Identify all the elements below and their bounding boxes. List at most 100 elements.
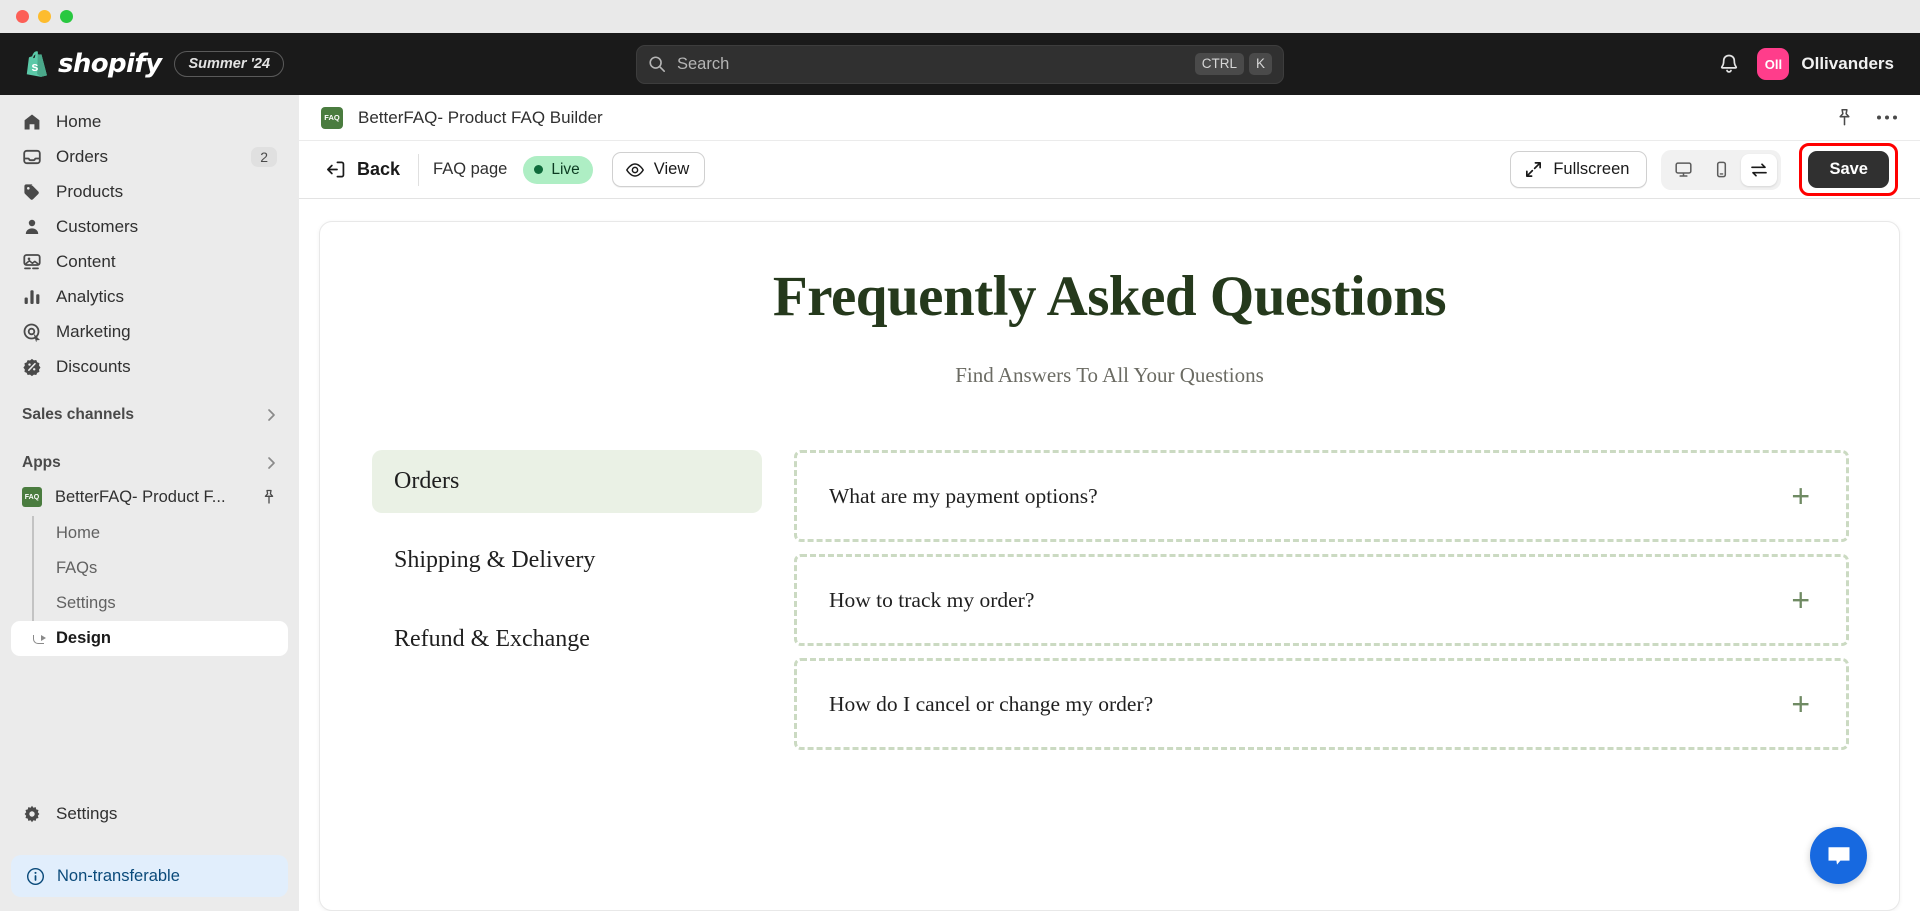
- fullscreen-icon: [1526, 161, 1542, 178]
- sidebar-app-betterfaq[interactable]: FAQ BetterFAQ- Product F...: [11, 480, 288, 514]
- window-minimize-button[interactable]: [38, 10, 51, 23]
- swap-preview-button[interactable]: [1741, 153, 1778, 186]
- swap-icon: [1751, 162, 1768, 177]
- user-name: Ollivanders: [1801, 54, 1894, 73]
- plus-icon[interactable]: +: [1791, 688, 1810, 720]
- sidebar-section-sales-channels[interactable]: Sales channels: [11, 398, 288, 432]
- search-icon: [649, 56, 666, 73]
- sidebar-item-analytics[interactable]: Analytics: [11, 279, 288, 314]
- sidebar-item-app-design[interactable]: Design: [11, 621, 288, 656]
- topbar-right: Oll Ollivanders: [1718, 48, 1920, 80]
- bell-icon[interactable]: [1718, 53, 1740, 76]
- sidebar-subitem-label: FAQs: [56, 559, 98, 577]
- sidebar-item-label: Analytics: [56, 286, 125, 306]
- sidebar-item-label: Home: [56, 111, 102, 131]
- desktop-preview-button[interactable]: [1665, 154, 1701, 186]
- shopify-logo[interactable]: s shopify: [22, 49, 162, 79]
- sidebar-item-customers[interactable]: Customers: [11, 209, 288, 244]
- sidebar-item-discounts[interactable]: Discounts: [11, 349, 288, 384]
- sidebar-item-label: Orders: [56, 146, 108, 166]
- search-shortcut-key: K: [1248, 53, 1272, 75]
- sidebar-item-settings[interactable]: Settings: [11, 796, 288, 831]
- analytics-icon: [24, 289, 40, 304]
- sidebar-item-app-faqs[interactable]: FAQs: [35, 551, 288, 586]
- toolbar-divider: [418, 153, 420, 186]
- customers-icon: [25, 219, 39, 234]
- sidebar-item-orders[interactable]: Orders 2: [11, 139, 288, 174]
- more-horizontal-icon[interactable]: [1876, 114, 1898, 121]
- desktop-icon: [1675, 162, 1692, 177]
- faq-subheading: Find Answers To All Your Questions: [955, 363, 1264, 387]
- sidebar-section-label: Apps: [22, 454, 61, 471]
- svg-text:s: s: [31, 60, 38, 74]
- faq-item[interactable]: How do I cancel or change my order? +: [794, 658, 1849, 750]
- orders-icon: [23, 149, 41, 164]
- sidebar-item-label: Settings: [56, 803, 118, 823]
- chat-widget-button[interactable]: [1810, 827, 1867, 884]
- fullscreen-button[interactable]: Fullscreen: [1510, 151, 1648, 188]
- sidebar-item-home[interactable]: Home: [11, 104, 288, 139]
- avatar: Oll: [1757, 48, 1790, 80]
- shopify-wordmark: shopify: [58, 49, 162, 79]
- eye-icon: [625, 162, 644, 177]
- sidebar-item-marketing[interactable]: Marketing: [11, 314, 288, 349]
- pin-icon[interactable]: [1835, 108, 1854, 127]
- status-badge-label: Live: [551, 160, 580, 178]
- pin-icon[interactable]: [261, 489, 277, 505]
- home-icon: [24, 114, 40, 129]
- back-arrow-icon: [327, 161, 345, 178]
- content-icon: [23, 253, 41, 269]
- sidebar-item-content[interactable]: Content: [11, 244, 288, 279]
- season-badge[interactable]: Summer '24: [174, 51, 285, 77]
- non-transferable-label: Non-transferable: [57, 866, 180, 885]
- sidebar-section-apps[interactable]: Apps: [11, 446, 288, 480]
- save-button[interactable]: Save: [1808, 151, 1889, 188]
- back-button[interactable]: Back: [317, 153, 414, 186]
- status-dot-icon: [534, 165, 544, 174]
- faq-category-refund-exchange[interactable]: Refund & Exchange: [372, 608, 762, 671]
- sidebar-item-app-home[interactable]: Home: [35, 516, 288, 551]
- chevron-right-icon: [268, 457, 275, 469]
- main-pane: FAQ BetterFAQ- Product FAQ Builder Back …: [299, 95, 1920, 911]
- view-button[interactable]: View: [611, 152, 706, 187]
- chat-bubble-icon: [1828, 846, 1849, 865]
- sidebar-item-app-settings[interactable]: Settings: [35, 586, 288, 621]
- sidebar-item-products[interactable]: Products: [11, 174, 288, 209]
- sidebar-item-label: Customers: [56, 216, 139, 236]
- search-input[interactable]: [677, 54, 1190, 74]
- faq-category-orders[interactable]: Orders: [372, 450, 762, 513]
- mobile-icon: [1716, 161, 1727, 178]
- faq-item[interactable]: What are my payment options? +: [794, 450, 1849, 542]
- save-button-highlight: Save: [1799, 143, 1898, 196]
- view-button-label: View: [653, 160, 690, 178]
- sidebar-bottom: Settings Non-transferable: [11, 796, 288, 911]
- plus-icon[interactable]: +: [1791, 480, 1810, 512]
- window-close-button[interactable]: [16, 10, 29, 23]
- sidebar-item-label: Products: [56, 181, 124, 201]
- global-search[interactable]: CTRL K: [636, 44, 1284, 84]
- mobile-preview-button[interactable]: [1703, 154, 1739, 186]
- page-body: Home Orders 2 Products Customers Content…: [0, 95, 1920, 911]
- faq-heading: Frequently Asked Questions: [772, 265, 1447, 328]
- sidebar-subitem-label: Home: [56, 524, 101, 542]
- sidebar-section-label: Sales channels: [22, 406, 135, 423]
- app-favicon-icon: FAQ: [22, 487, 42, 507]
- non-transferable-badge[interactable]: Non-transferable: [11, 855, 288, 897]
- sidebar-app-label: BetterFAQ- Product F...: [55, 487, 226, 506]
- orders-count-badge: 2: [251, 146, 277, 167]
- app-favicon-icon: FAQ: [321, 106, 343, 129]
- info-icon: [26, 867, 45, 885]
- sidebar-item-label: Content: [56, 251, 116, 271]
- sidebar-subitem-label: Design: [56, 629, 112, 647]
- faq-item[interactable]: How to track my order? +: [794, 554, 1849, 646]
- products-icon: [24, 183, 39, 200]
- user-menu[interactable]: Oll Ollivanders: [1757, 48, 1894, 80]
- global-topbar: s shopify Summer '24 CTRL K Oll Ollivand…: [0, 33, 1920, 95]
- window-maximize-button[interactable]: [60, 10, 73, 23]
- page-title: BetterFAQ- Product FAQ Builder: [358, 107, 603, 127]
- back-button-label: Back: [357, 159, 401, 179]
- sidebar-item-label: Marketing: [56, 321, 131, 341]
- shopify-bag-icon: s: [26, 51, 47, 77]
- faq-category-shipping-delivery[interactable]: Shipping & Delivery: [372, 529, 762, 592]
- plus-icon[interactable]: +: [1791, 584, 1810, 616]
